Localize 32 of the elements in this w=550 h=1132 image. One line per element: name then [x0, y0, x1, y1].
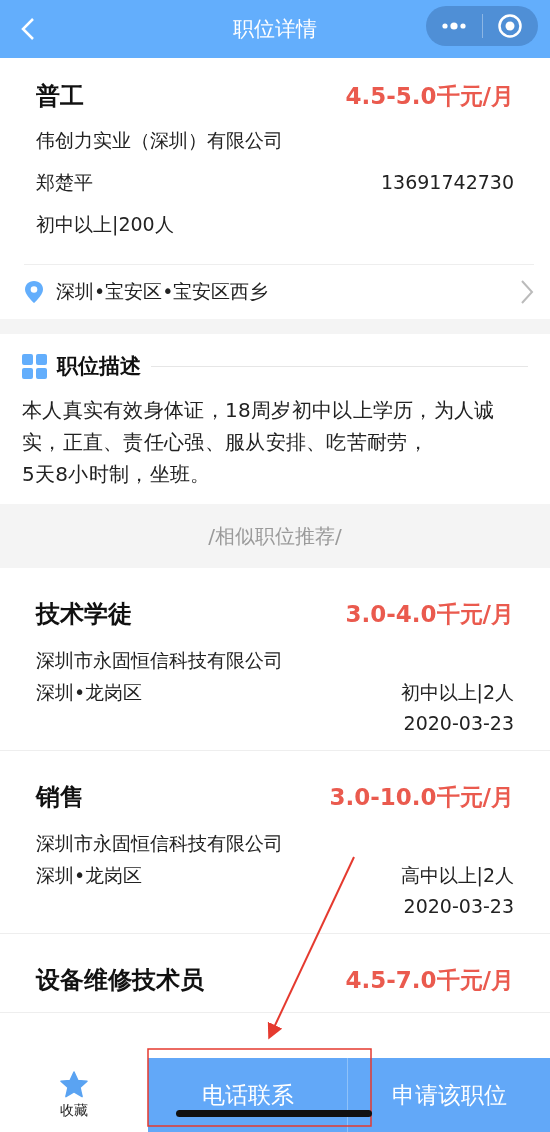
job-location: 深圳•龙岗区 — [36, 680, 143, 705]
star-icon — [60, 1070, 88, 1098]
job-title: 普工 — [36, 81, 84, 112]
salary: 4.5-5.0千元/月 — [345, 82, 514, 111]
location-text[interactable]: 深圳•宝安区•宝安区西乡 — [56, 279, 508, 305]
company-name: 深圳市永固恒信科技有限公司 — [36, 831, 284, 856]
company-name: 深圳市永固恒信科技有限公司 — [36, 648, 284, 673]
back-icon[interactable] — [20, 17, 36, 41]
contact-name: 郑楚平 — [36, 170, 93, 195]
job-title[interactable]: 销售 — [36, 781, 84, 813]
job-title[interactable]: 设备维修技术员 — [36, 964, 204, 996]
chevron-right-icon[interactable] — [520, 279, 534, 305]
job-title[interactable]: 技术学徒 — [36, 598, 132, 630]
section-title: 职位描述 — [57, 353, 141, 380]
requirements: 初中以上|2人 — [400, 680, 514, 706]
more-icon[interactable] — [440, 21, 467, 31]
location-pin-icon — [24, 280, 44, 304]
job-location: 深圳•龙岗区 — [36, 863, 143, 888]
phone-number: 13691742730 — [381, 171, 514, 193]
job-description: 本人真实有效身体证，18周岁初中以上学历，为人诚实，正直、责任心强、服从安排、吃苦耐劳， 5天8小时制，坐班。 — [22, 397, 496, 488]
close-icon[interactable] — [497, 13, 524, 39]
section-heading: /相似职位推荐/ — [208, 522, 342, 550]
salary: 3.0-4.0千元/月 — [345, 600, 514, 629]
page-title: 职位详情 — [233, 16, 317, 43]
post-date: 2020-03-23 — [403, 895, 514, 917]
salary: 4.5-7.0千元/月 — [345, 966, 514, 995]
grid-icon — [22, 353, 47, 379]
requirements: 高中以上|2人 — [400, 863, 514, 889]
company-name: 伟创力实业（深圳）有限公司 — [36, 128, 284, 153]
requirements: 初中以上|200人 — [36, 213, 174, 235]
salary: 3.0-10.0千元/月 — [329, 783, 514, 812]
post-date: 2020-03-23 — [403, 712, 514, 734]
